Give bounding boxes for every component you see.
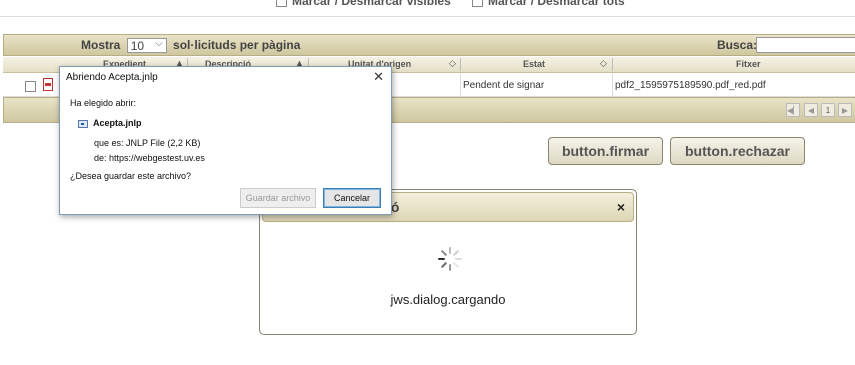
column-divider — [612, 58, 613, 71]
per-page-label: sol·licituds per pàgina — [173, 38, 301, 52]
page-size-control: Mostra 10 ⌵ sol·licituds per pàgina — [81, 38, 301, 54]
sort-icon[interactable]: ◇ — [600, 58, 607, 69]
save-file-button[interactable]: Guardar archivo — [240, 188, 316, 208]
save-question: ¿Desea guardar este archivo? — [70, 171, 192, 181]
mark-visible-label: Marcar / Desmarcar visibles — [292, 0, 451, 8]
file-dialog-title: Abriendo Acepta.jnlp — [66, 72, 158, 83]
file-type: que es: JNLP File (2,2 KB) — [94, 138, 201, 148]
mark-all-label: Marcar / Desmarcar tots — [488, 0, 625, 8]
chosen-label: Ha elegido abrir: — [70, 98, 137, 108]
close-icon[interactable]: × — [617, 199, 625, 215]
sort-icon[interactable]: ◇ — [449, 58, 456, 69]
file-icon — [78, 120, 88, 128]
file-source: de: https://webgestest.uv.es — [94, 153, 205, 163]
mostra-label: Mostra — [81, 38, 121, 52]
search-input[interactable] — [756, 37, 855, 53]
reject-button[interactable]: button.rechazar — [670, 137, 805, 165]
cancel-button[interactable]: Cancelar — [323, 188, 381, 208]
chevron-down-icon: ⌵ — [155, 38, 163, 50]
mark-toolbar: Marcar / Desmarcar visibles Marcar / Des… — [0, 0, 855, 14]
file-name: Acepta.jnlp — [93, 118, 142, 128]
mark-visible-checkbox[interactable] — [276, 0, 287, 8]
mark-all-option[interactable]: Marcar / Desmarcar tots — [472, 0, 625, 8]
current-page[interactable]: 1 — [821, 103, 835, 117]
loading-message: jws.dialog.cargando — [390, 292, 506, 307]
page-size-value: 10 — [130, 39, 145, 54]
spinner-icon — [438, 247, 462, 271]
sign-button[interactable]: button.firmar — [548, 137, 663, 165]
divider — [0, 16, 855, 17]
file-open-dialog: Abriendo Acepta.jnlp ✕ Ha elegido abrir:… — [59, 66, 392, 215]
mark-all-checkbox[interactable] — [472, 0, 483, 8]
row-fitxer[interactable]: pdf2_1595975189590.pdf_red.pdf — [615, 80, 766, 91]
row-checkbox[interactable] — [25, 81, 36, 92]
search-label: Busca: — [717, 38, 758, 52]
grid-toolbar: Mostra 10 ⌵ sol·licituds per pàgina Busca… — [3, 34, 855, 56]
column-divider — [460, 58, 461, 71]
prev-page-icon[interactable]: ◀ — [804, 103, 818, 117]
column-header-fitxer[interactable]: Fitxer — [736, 59, 761, 69]
column-divider — [460, 74, 461, 96]
mark-visible-option[interactable]: Marcar / Desmarcar visibles — [276, 0, 451, 8]
page-size-select[interactable]: 10 ⌵ — [126, 38, 167, 54]
column-divider — [612, 74, 613, 96]
row-estat: Pendent de signar — [463, 80, 545, 91]
column-header-estat[interactable]: Estat — [523, 59, 545, 69]
next-page-icon[interactable]: ▶ — [838, 103, 852, 117]
first-page-icon[interactable]: ◀▏ — [786, 103, 800, 117]
pdf-icon[interactable] — [43, 78, 53, 91]
close-icon[interactable]: ✕ — [373, 69, 384, 85]
